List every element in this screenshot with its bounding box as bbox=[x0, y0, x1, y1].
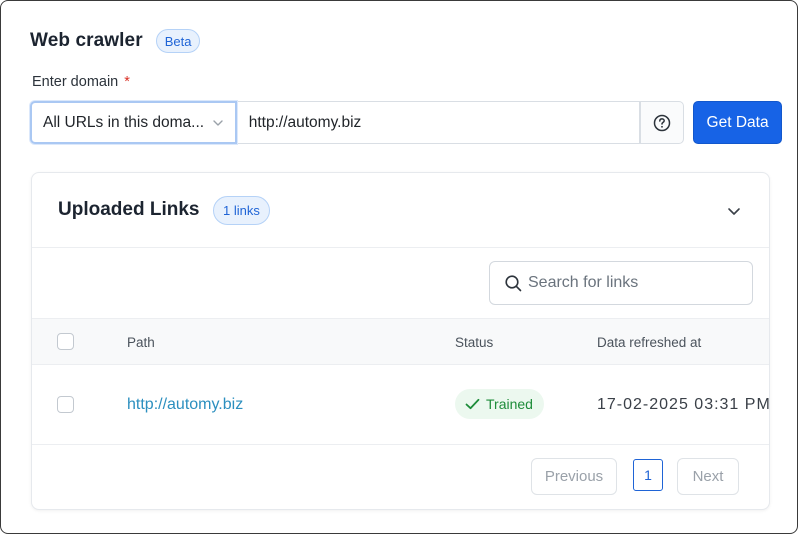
beta-badge: Beta bbox=[155, 29, 201, 53]
row-checkbox[interactable] bbox=[57, 396, 74, 413]
web-crawler-panel: Web crawler Beta Enter domain * All URLs … bbox=[0, 0, 798, 534]
column-header-refreshed: Data refreshed at bbox=[597, 335, 702, 350]
uploaded-links-header[interactable]: Uploaded Links 1 links bbox=[32, 173, 769, 248]
chevron-down-icon[interactable] bbox=[726, 203, 742, 219]
links-table-header: Path Status Data refreshed at bbox=[32, 318, 769, 365]
page-title: Web crawler bbox=[30, 30, 143, 51]
question-circle-icon bbox=[653, 114, 671, 131]
links-count-badge: 1 links bbox=[213, 196, 270, 225]
domain-input-row: All URLs in this doma... http://automy.b… bbox=[30, 101, 782, 144]
get-data-button[interactable]: Get Data bbox=[693, 101, 782, 144]
pagination: Previous 1 Next bbox=[32, 445, 769, 509]
row-path-link[interactable]: http://automy.biz bbox=[127, 396, 243, 414]
column-header-status: Status bbox=[455, 335, 494, 350]
table-row: http://automy.biz Trained 17-02-2025 03:… bbox=[32, 365, 770, 445]
search-icon bbox=[505, 274, 522, 291]
chevron-down-icon bbox=[213, 120, 223, 126]
required-mark: * bbox=[124, 74, 130, 90]
status-badge: Trained bbox=[455, 389, 544, 419]
url-scope-select[interactable]: All URLs in this doma... bbox=[30, 101, 237, 144]
select-all-checkbox[interactable] bbox=[57, 333, 74, 350]
uploaded-links-title: Uploaded Links bbox=[58, 199, 200, 220]
column-header-path: Path bbox=[127, 335, 155, 350]
page-number-current[interactable]: 1 bbox=[633, 459, 663, 491]
status-badge-label: Trained bbox=[486, 396, 533, 412]
domain-url-input[interactable]: http://automy.biz bbox=[236, 101, 641, 144]
uploaded-links-card: Uploaded Links 1 links Search for links … bbox=[31, 172, 770, 510]
domain-label-text: Enter domain bbox=[32, 74, 119, 90]
search-links-placeholder: Search for links bbox=[528, 274, 639, 291]
help-button[interactable] bbox=[640, 101, 685, 144]
search-links-input[interactable]: Search for links bbox=[489, 261, 753, 305]
title-row: Web crawler Beta bbox=[30, 27, 201, 55]
previous-page-button[interactable]: Previous bbox=[531, 458, 617, 495]
next-page-button[interactable]: Next bbox=[677, 458, 739, 495]
domain-label: Enter domain * bbox=[32, 74, 130, 90]
row-refreshed-at: 17-02-2025 03:31 PM bbox=[597, 396, 770, 413]
check-icon bbox=[465, 398, 480, 410]
domain-url-value: http://automy.biz bbox=[248, 113, 362, 131]
url-scope-select-value: All URLs in this doma... bbox=[43, 113, 205, 131]
